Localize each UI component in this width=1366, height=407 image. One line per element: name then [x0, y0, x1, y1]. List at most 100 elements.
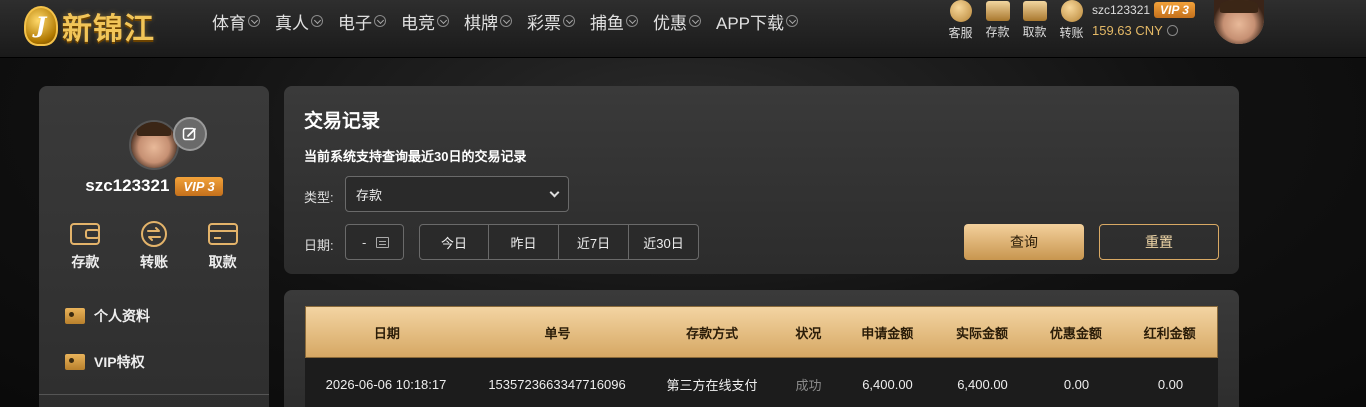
sidebar-username: szc123321: [85, 176, 170, 195]
column-header: 实际金额: [956, 325, 1009, 341]
cell-date: 2026-06-06 10:18:17: [325, 376, 447, 392]
nav-item-esports[interactable]: 电竞: [401, 10, 449, 33]
refresh-icon[interactable]: [1166, 25, 1178, 36]
date-range-input[interactable]: -: [345, 224, 404, 260]
column-header: 状况: [795, 325, 822, 341]
sidebar-actions: 存款 转账 取款: [39, 220, 269, 272]
chevron-down-icon: [689, 15, 701, 27]
quick-date-today[interactable]: 今日: [419, 224, 489, 260]
nav-label: 真人: [275, 13, 309, 33]
column-header: 申请金额: [861, 325, 914, 341]
edit-icon: [182, 127, 196, 141]
cell-requested-amount: 6,400.00: [862, 376, 913, 392]
sidebar-vip-badge: VIP 3: [175, 176, 223, 196]
nav-item-app-download[interactable]: APP下载: [716, 10, 799, 33]
account-sidebar: szc123321 VIP 3 存款 转账 取款 个人资料 VIP特权: [39, 86, 269, 407]
sidebar-deposit-button[interactable]: 存款: [55, 220, 115, 272]
brand-logo[interactable]: J 新锦江: [24, 4, 155, 48]
sidebar-item-label: 个人资料: [94, 308, 150, 324]
edit-profile-button[interactable]: [173, 117, 207, 151]
chevron-down-icon: [563, 15, 575, 27]
quick-link-withdraw[interactable]: 取款: [1016, 0, 1053, 41]
nav-label: APP下载: [716, 13, 785, 33]
deposit-icon: [985, 1, 1010, 21]
sidebar-withdraw-button[interactable]: 取款: [193, 220, 253, 272]
quick-date-30days[interactable]: 近30日: [628, 224, 699, 260]
brand-name: 新锦江: [62, 13, 155, 46]
quick-link-label: 客服: [948, 26, 973, 40]
date-range-value: -: [362, 234, 367, 250]
top-navbar: J 新锦江 体育 真人 电子 电竞 棋牌 彩票 捕鱼 优惠 APP下载 客服 存…: [0, 0, 1366, 58]
quick-date-yesterday[interactable]: 昨日: [488, 224, 559, 260]
sidebar-item-label: VIP特权: [94, 354, 145, 370]
quick-date-7days[interactable]: 近7日: [558, 224, 629, 260]
quick-link-label: 转账: [1059, 26, 1084, 40]
avatar-image: [131, 122, 177, 168]
column-header: 红利金额: [1143, 325, 1196, 341]
chevron-down-icon: [786, 15, 799, 27]
logo-badge: J: [24, 6, 58, 46]
profile-icon: [65, 308, 85, 324]
sidebar-transfer-button[interactable]: 转账: [124, 220, 184, 272]
query-button[interactable]: 查询: [964, 224, 1084, 260]
nav-label: 电子: [338, 13, 372, 33]
type-select-value: 存款: [356, 187, 383, 203]
reset-button[interactable]: 重置: [1099, 224, 1219, 260]
sidebar-menu: 个人资料 VIP特权: [65, 304, 150, 396]
quick-link-label: 取款: [1022, 25, 1047, 39]
nav-item-cards[interactable]: 棋牌: [464, 10, 512, 33]
user-avatar[interactable]: [1214, 0, 1264, 44]
nav-item-promotions[interactable]: 优惠: [653, 10, 701, 33]
chevron-down-icon: [374, 15, 386, 27]
quick-links: 客服 存款 取款 转账: [942, 0, 1090, 41]
cell-actual-amount: 6,400.00: [957, 376, 1008, 392]
sidebar-action-label: 存款: [71, 254, 100, 270]
column-header: 存款方式: [686, 325, 739, 341]
nav-label: 棋牌: [464, 13, 498, 33]
column-header: 日期: [373, 325, 400, 341]
page-title: 交易记录: [304, 111, 381, 132]
nav-item-fishing[interactable]: 捕鱼: [590, 10, 638, 33]
balance-row[interactable]: 159.63 CNY: [1092, 23, 1195, 38]
cell-status: 成功: [795, 377, 822, 393]
chevron-down-icon: [437, 15, 449, 27]
cell-method: 第三方在线支付: [666, 377, 758, 393]
type-label: 类型:: [304, 190, 334, 205]
avatar-image: [1214, 0, 1264, 44]
username: szc123321: [1092, 3, 1151, 17]
nav-label: 彩票: [527, 13, 561, 33]
transaction-table-panel: 日期 单号 存款方式 状况 申请金额 实际金额 优惠金额 红利金额 2026-0…: [284, 290, 1239, 407]
card-icon: [207, 223, 238, 245]
sidebar-user: szc123321 VIP 3: [39, 176, 269, 196]
transfer-icon: [140, 221, 167, 247]
chevron-down-icon: [248, 15, 260, 27]
nav-label: 电竞: [401, 13, 435, 33]
date-label: 日期:: [304, 238, 334, 253]
cell-bonus-amount: 0.00: [1157, 376, 1184, 392]
nav-item-sports[interactable]: 体育: [212, 10, 260, 33]
balance-value: 159.63 CNY: [1092, 23, 1163, 38]
sidebar-avatar: [129, 120, 179, 170]
table-header: 日期 单号 存款方式 状况 申请金额 实际金额 优惠金额 红利金额: [305, 306, 1218, 358]
chevron-down-icon: [549, 187, 560, 197]
nav-item-lottery[interactable]: 彩票: [527, 10, 575, 33]
sidebar-item-profile[interactable]: 个人资料: [65, 304, 150, 328]
quick-link-label: 存款: [985, 25, 1010, 39]
sidebar-item-vip[interactable]: VIP特权: [65, 350, 150, 374]
nav-item-live[interactable]: 真人: [275, 10, 323, 33]
withdraw-icon: [1022, 1, 1047, 21]
calendar-icon: [376, 236, 390, 248]
sidebar-action-label: 取款: [208, 254, 237, 270]
user-summary: szc123321 VIP 3 159.63 CNY: [1092, 2, 1195, 38]
chevron-down-icon: [500, 15, 512, 27]
page-subtitle: 当前系统支持查询最近30日的交易记录: [304, 149, 527, 164]
quick-link-customer-service[interactable]: 客服: [942, 0, 979, 41]
user-name-row: szc123321 VIP 3: [1092, 2, 1195, 18]
nav-item-slots[interactable]: 电子: [338, 10, 386, 33]
quick-link-transfer[interactable]: 转账: [1053, 0, 1090, 41]
main-nav: 体育 真人 电子 电竞 棋牌 彩票 捕鱼 优惠 APP下载: [212, 10, 813, 33]
transaction-table: 日期 单号 存款方式 状况 申请金额 实际金额 优惠金额 红利金额 2026-0…: [305, 306, 1218, 407]
quick-link-deposit[interactable]: 存款: [979, 0, 1016, 41]
type-select[interactable]: 存款: [345, 176, 569, 212]
table-row[interactable]: 2026-06-06 10:18:17 1535723663347716096 …: [305, 358, 1218, 407]
